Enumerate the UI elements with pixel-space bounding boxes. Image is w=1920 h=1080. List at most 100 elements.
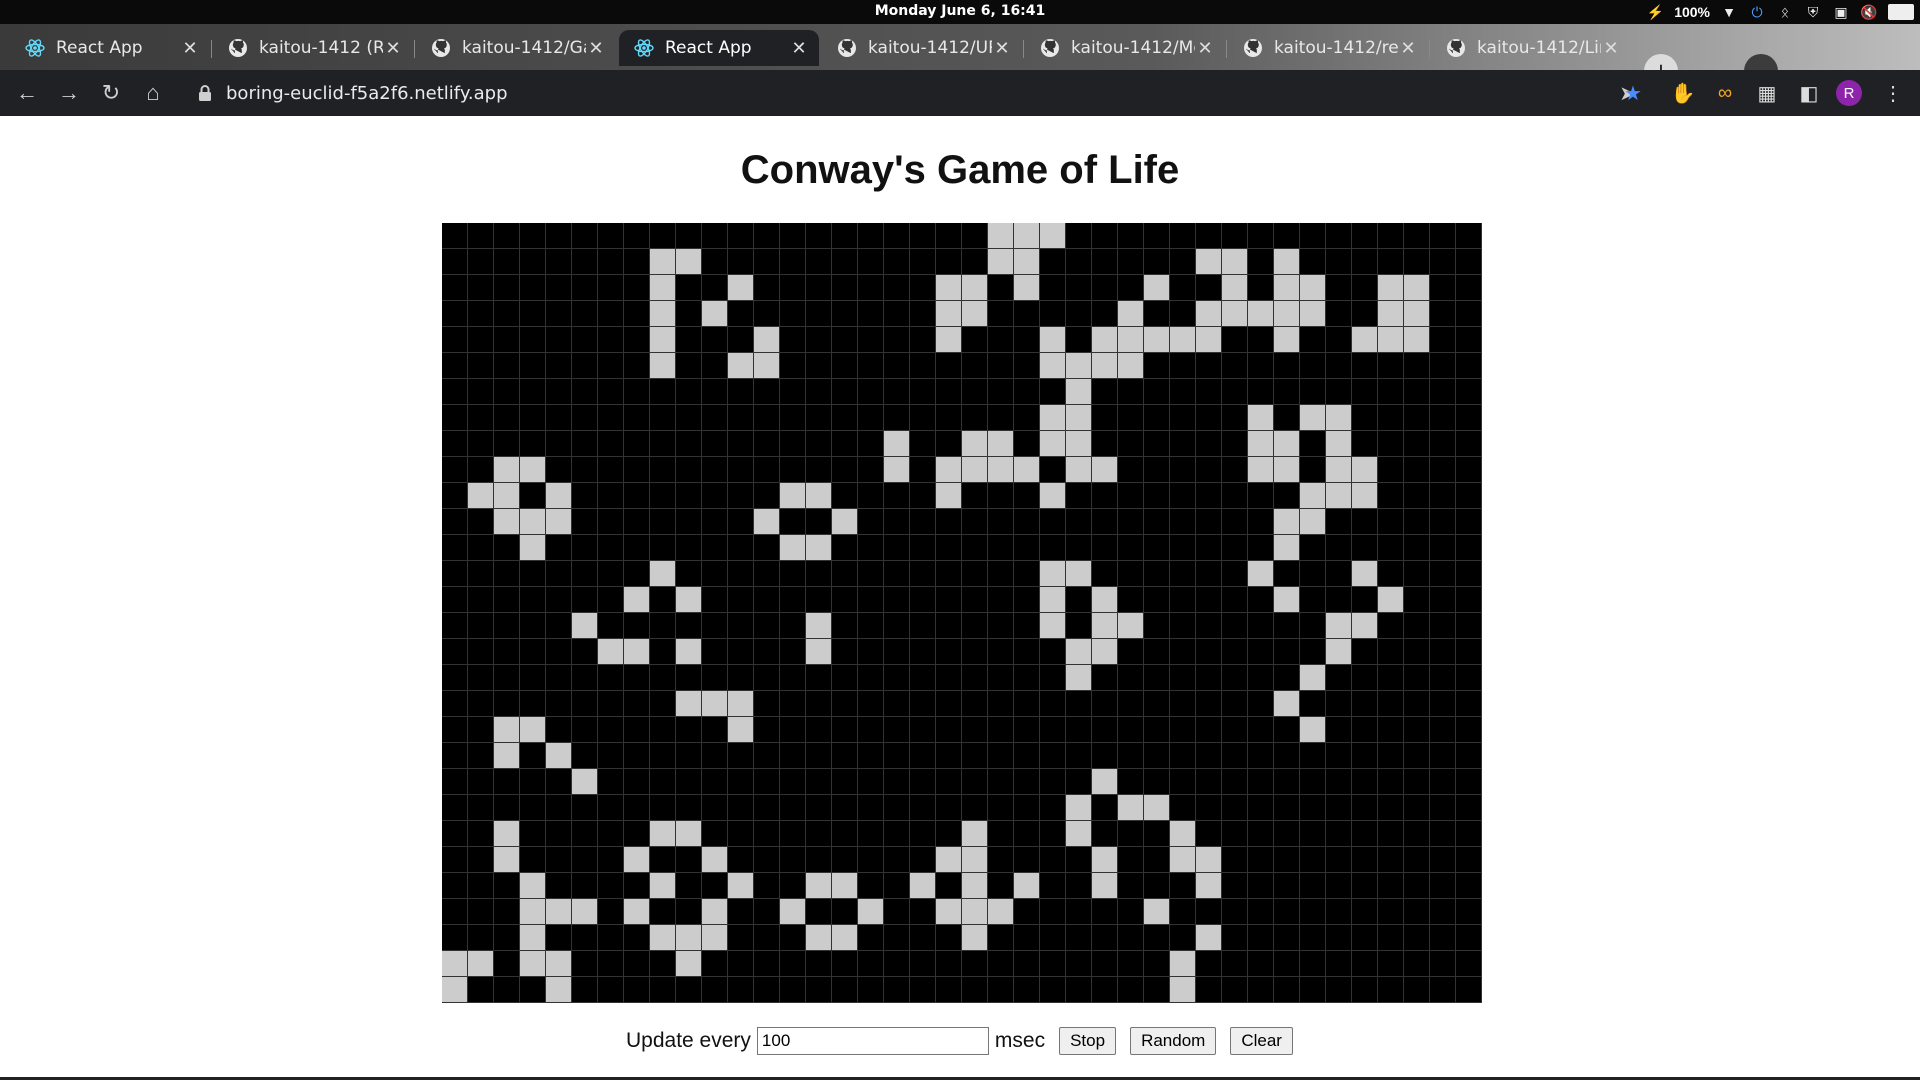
grid-cell-alive[interactable]	[1326, 431, 1352, 457]
grid-cell[interactable]	[1300, 873, 1326, 899]
grid-cell[interactable]	[1430, 301, 1456, 327]
grid-cell[interactable]	[572, 353, 598, 379]
grid-cell[interactable]	[988, 717, 1014, 743]
grid-cell-alive[interactable]	[1326, 457, 1352, 483]
grid-cell[interactable]	[1326, 327, 1352, 353]
grid-cell[interactable]	[936, 795, 962, 821]
grid-cell[interactable]	[572, 639, 598, 665]
grid-cell[interactable]	[572, 691, 598, 717]
grid-cell[interactable]	[1144, 691, 1170, 717]
grid-cell[interactable]	[1014, 665, 1040, 691]
grid-cell[interactable]	[936, 665, 962, 691]
grid-cell[interactable]	[650, 769, 676, 795]
grid-cell[interactable]	[1066, 691, 1092, 717]
grid-cell[interactable]	[728, 613, 754, 639]
grid-cell[interactable]	[1092, 223, 1118, 249]
grid-cell[interactable]	[1274, 795, 1300, 821]
grid-cell[interactable]	[1430, 873, 1456, 899]
grid-cell[interactable]	[1456, 899, 1482, 925]
grid-cell-alive[interactable]	[1040, 561, 1066, 587]
grid-cell[interactable]	[598, 821, 624, 847]
grid-cell[interactable]	[546, 275, 572, 301]
grid-cell[interactable]	[1118, 691, 1144, 717]
grid-cell[interactable]	[702, 769, 728, 795]
grid-cell[interactable]	[780, 847, 806, 873]
grid-cell[interactable]	[1248, 275, 1274, 301]
grid-cell[interactable]	[1014, 951, 1040, 977]
grid-cell[interactable]	[520, 561, 546, 587]
grid-cell[interactable]	[624, 301, 650, 327]
grid-cell[interactable]	[598, 873, 624, 899]
grid-cell[interactable]	[572, 587, 598, 613]
grid-cell-alive[interactable]	[1300, 717, 1326, 743]
grid-cell[interactable]	[988, 535, 1014, 561]
grid-cell[interactable]	[468, 587, 494, 613]
grid-cell[interactable]	[1040, 847, 1066, 873]
grid-cell[interactable]	[936, 639, 962, 665]
grid-cell[interactable]	[1404, 691, 1430, 717]
grid-cell[interactable]	[1222, 379, 1248, 405]
grid-cell-alive[interactable]	[988, 431, 1014, 457]
grid-cell[interactable]	[1456, 301, 1482, 327]
grid-cell[interactable]	[884, 717, 910, 743]
grid-cell[interactable]	[780, 977, 806, 1003]
grid-cell[interactable]	[1222, 977, 1248, 1003]
grid-cell[interactable]	[650, 379, 676, 405]
grid-cell[interactable]	[1430, 821, 1456, 847]
grid-cell-alive[interactable]	[1300, 483, 1326, 509]
grid-cell[interactable]	[988, 821, 1014, 847]
grid-cell[interactable]	[1248, 483, 1274, 509]
grid-cell[interactable]	[676, 353, 702, 379]
grid-cell[interactable]	[1352, 769, 1378, 795]
grid-cell[interactable]	[1404, 379, 1430, 405]
grid-cell-alive[interactable]	[494, 743, 520, 769]
grid-cell[interactable]	[468, 847, 494, 873]
grid-cell[interactable]	[1456, 327, 1482, 353]
grid-cell[interactable]	[858, 977, 884, 1003]
grid-cell[interactable]	[1144, 535, 1170, 561]
grid-cell[interactable]	[936, 821, 962, 847]
grid-cell-alive[interactable]	[1014, 249, 1040, 275]
grid-cell-alive[interactable]	[1196, 925, 1222, 951]
grid-cell[interactable]	[962, 379, 988, 405]
grid-cell[interactable]	[1092, 431, 1118, 457]
grid-cell-alive[interactable]	[936, 275, 962, 301]
extension-infinity-icon[interactable]: ∞	[1710, 78, 1740, 108]
grid-cell[interactable]	[1144, 301, 1170, 327]
grid-cell[interactable]	[910, 301, 936, 327]
grid-cell[interactable]	[1196, 691, 1222, 717]
grid-cell[interactable]	[494, 639, 520, 665]
grid-cell-alive[interactable]	[702, 301, 728, 327]
grid-cell[interactable]	[1014, 899, 1040, 925]
grid-cell[interactable]	[1300, 795, 1326, 821]
grid-cell-alive[interactable]	[1066, 353, 1092, 379]
grid-cell[interactable]	[754, 431, 780, 457]
grid-cell[interactable]	[806, 249, 832, 275]
grid-cell[interactable]	[1222, 873, 1248, 899]
grid-cell-alive[interactable]	[728, 873, 754, 899]
reload-icon[interactable]: ↻	[96, 78, 126, 108]
grid-cell[interactable]	[936, 769, 962, 795]
grid-cell[interactable]	[832, 951, 858, 977]
grid-cell[interactable]	[780, 457, 806, 483]
grid-cell[interactable]	[572, 327, 598, 353]
grid-cell[interactable]	[1378, 951, 1404, 977]
grid-cell[interactable]	[676, 275, 702, 301]
grid-cell[interactable]	[676, 431, 702, 457]
grid-cell[interactable]	[858, 353, 884, 379]
grid-cell[interactable]	[494, 561, 520, 587]
grid-cell[interactable]	[832, 639, 858, 665]
grid-cell[interactable]	[624, 977, 650, 1003]
grid-cell[interactable]	[1456, 379, 1482, 405]
grid-cell[interactable]	[1170, 665, 1196, 691]
grid-cell-alive[interactable]	[936, 301, 962, 327]
grid-cell-alive[interactable]	[754, 509, 780, 535]
grid-cell[interactable]	[728, 405, 754, 431]
grid-cell-alive[interactable]	[468, 951, 494, 977]
grid-cell[interactable]	[1014, 977, 1040, 1003]
grid-cell[interactable]	[1040, 925, 1066, 951]
grid-cell[interactable]	[1222, 717, 1248, 743]
grid-cell[interactable]	[1300, 353, 1326, 379]
grid-cell[interactable]	[520, 249, 546, 275]
close-icon[interactable]: ✕	[1601, 38, 1621, 59]
